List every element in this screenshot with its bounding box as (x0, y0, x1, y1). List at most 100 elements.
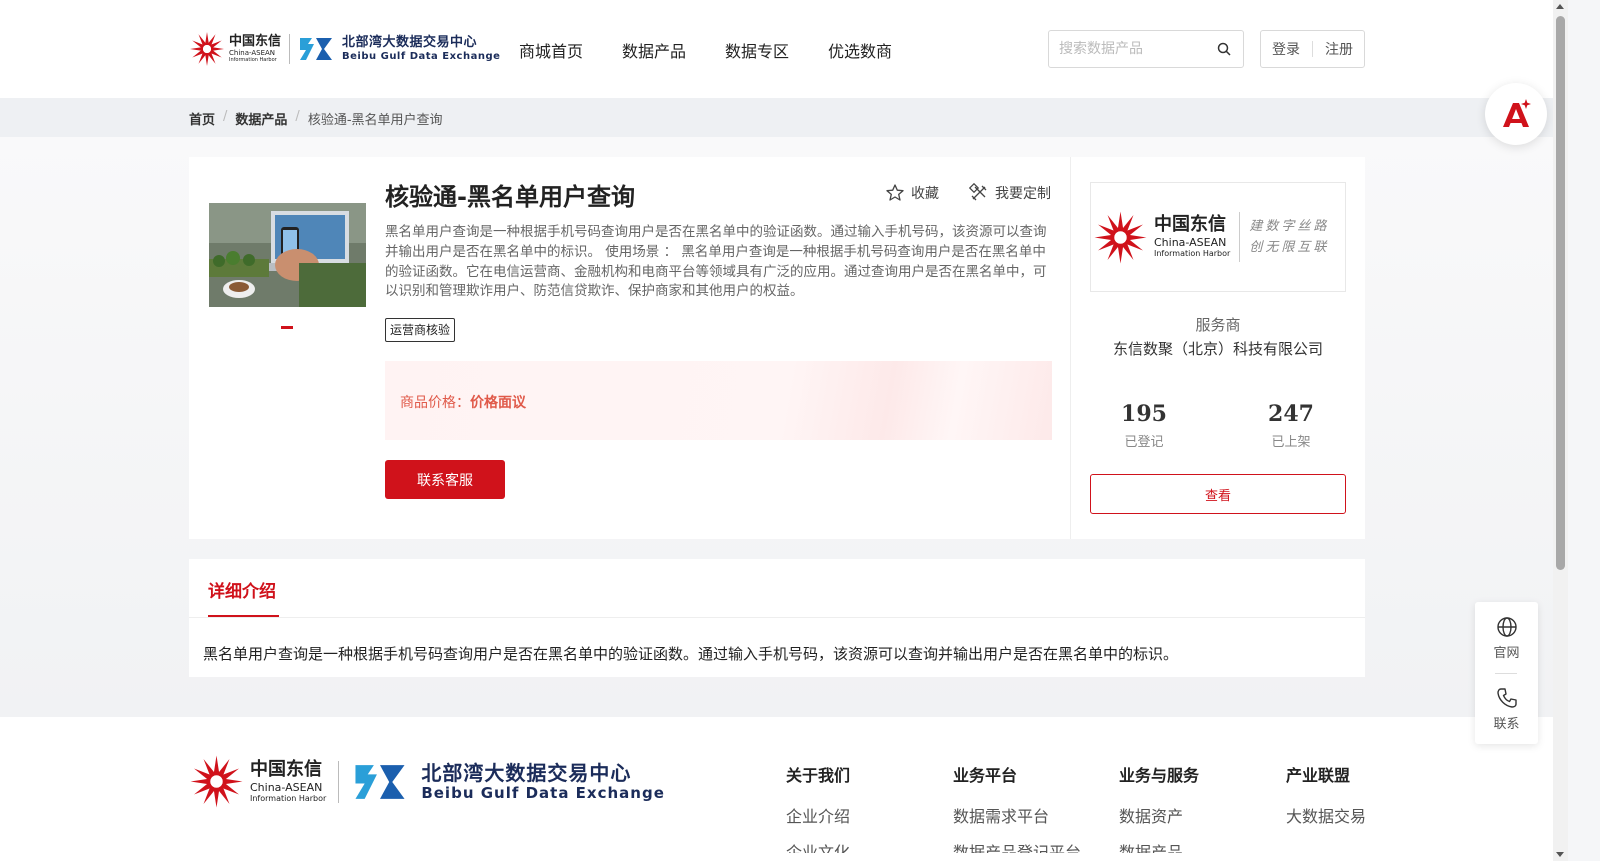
breadcrumb-separator: / (295, 109, 300, 124)
footer-link[interactable]: 数据资产 (1119, 803, 1199, 827)
provider-logo: 中国东信 China-ASEAN Information Harbor 建数字丝… (1090, 182, 1346, 292)
favorite-button[interactable]: 收藏 (885, 183, 939, 203)
footer-column-title: 产业联盟 (1286, 766, 1351, 785)
footer-logo-en: China-ASEAN (250, 780, 323, 794)
registered-stat: 195 已登记 (1084, 401, 1204, 450)
customize-button[interactable]: 我要定制 (969, 183, 1051, 203)
footer-link[interactable]: 企业文化 (786, 839, 850, 853)
login-link[interactable]: 登录 (1272, 39, 1300, 59)
provider-name[interactable]: 东信数聚（北京）科技有限公司 (1090, 338, 1346, 359)
contact-service-button[interactable]: 联系客服 (385, 460, 505, 499)
floating-side-panel: 官网 联系 (1475, 602, 1538, 744)
exchange-cn-text: 北部湾大数据交易中心 (342, 35, 478, 50)
footer-exchange-en: Beibu Gulf Data Exchange (421, 783, 665, 802)
price-panel: 商品价格：价格面议 (385, 361, 1052, 440)
phone-icon (1496, 688, 1517, 708)
search-icon[interactable] (1217, 42, 1231, 56)
footer-link[interactable]: 企业介绍 (786, 803, 850, 827)
footer-logo-cn: 中国东信 (250, 758, 322, 780)
footer-column-platform: 业务平台 数据需求平台 数据产品登记平台 (953, 762, 1081, 853)
footer-link[interactable]: 数据产品登记平台 (953, 839, 1081, 853)
provider-slogan: 建数字丝路 创无限互联 (1249, 216, 1329, 258)
customize-label: 我要定制 (995, 186, 1051, 202)
tab-detail[interactable]: 详细介绍 (208, 577, 276, 602)
footer-link[interactable]: 大数据交易 (1286, 803, 1366, 827)
scroll-down-arrow-icon[interactable] (1556, 852, 1564, 857)
listed-count: 247 (1268, 401, 1314, 427)
footer-column-title: 业务平台 (953, 766, 1018, 785)
breadcrumb-current: 核验通-黑名单用户查询 (307, 113, 443, 128)
customize-icon (969, 183, 987, 201)
website-label: 官网 (1493, 646, 1520, 661)
registered-count: 195 (1121, 401, 1167, 427)
breadcrumb-home[interactable]: 首页 (189, 109, 215, 128)
ai-assistant-icon (1503, 99, 1531, 127)
page-scrollbar[interactable] (1553, 0, 1568, 861)
card-divider (1070, 157, 1071, 539)
view-provider-button[interactable]: 查看 (1090, 474, 1346, 514)
site-logo[interactable]: 中国东信 China-ASEAN Information Harbor 北部湾大… (189, 28, 500, 70)
product-image[interactable] (209, 203, 366, 307)
exchange-en-text: Beibu Gulf Data Exchange (342, 51, 501, 62)
website-button[interactable]: 官网 (1475, 616, 1538, 661)
footer-beibu-gulf-logo-icon (355, 764, 405, 799)
scroll-up-arrow-icon[interactable] (1556, 4, 1564, 9)
provider-logo-cn: 中国东信 (1154, 214, 1226, 235)
footer-logo: 中国东信 China-ASEAN Information Harbor 北部湾大… (189, 754, 665, 809)
provider-logo-en-sub: Information Harbor (1154, 249, 1231, 258)
contact-label: 联系 (1493, 717, 1520, 732)
listed-stat: 247 已上架 (1231, 401, 1351, 450)
price-value: 价格面议 (470, 395, 526, 411)
auth-divider (1312, 41, 1313, 57)
provider-slogan-line2: 创无限互联 (1249, 240, 1330, 255)
product-tag: 运营商核验 (385, 318, 456, 342)
nav-item-merchants[interactable]: 优选数商 (828, 38, 892, 62)
search-input[interactable] (1049, 31, 1209, 67)
logo-en-text: China-ASEAN (229, 49, 276, 57)
price-row: 商品价格：价格面议 (400, 392, 526, 412)
footer-logo-divider (338, 760, 340, 803)
breadcrumb-separator: / (223, 109, 228, 124)
product-description: 黑名单用户查询是一种根据手机号码查询用户是否在黑名单中的验证函数。通过输入手机号… (385, 224, 1047, 300)
ai-assistant-button[interactable] (1485, 83, 1547, 145)
logo-divider (289, 34, 291, 64)
product-title: 核验通-黑名单用户查询 (385, 183, 635, 211)
register-link[interactable]: 注册 (1325, 39, 1353, 59)
auth-group: 登录 注册 (1260, 30, 1365, 68)
footer-column-services: 业务与服务 数据资产 数据产品 (1119, 762, 1199, 853)
provider-logo-divider (1239, 212, 1241, 262)
nav-item-data-zone[interactable]: 数据专区 (725, 38, 789, 62)
scrollbar-thumb[interactable] (1556, 16, 1565, 570)
footer-exchange-cn: 北部湾大数据交易中心 (421, 760, 632, 785)
footer-china-asean-logo-icon (190, 755, 243, 808)
logo-cn-text: 中国东信 (229, 34, 282, 49)
detail-divider (189, 617, 1365, 618)
detail-text: 黑名单用户查询是一种根据手机号码查询用户是否在黑名单中的验证函数。通过输入手机号… (203, 645, 1179, 663)
footer-link[interactable]: 数据产品 (1119, 839, 1199, 853)
main-nav: 商城首页 数据产品 数据专区 优选数商 (519, 38, 892, 62)
logo-en-subtext: Information Harbor (229, 57, 277, 63)
carousel-indicator[interactable] (281, 326, 293, 329)
provider-slogan-line1: 建数字丝路 (1249, 219, 1330, 234)
search-box (1048, 30, 1244, 68)
provider-role: 服务商 (1195, 316, 1241, 334)
nav-item-data-products[interactable]: 数据产品 (622, 38, 686, 62)
favorite-label: 收藏 (911, 186, 939, 202)
footer-column-title: 业务与服务 (1119, 766, 1200, 785)
footer-column-title: 关于我们 (786, 766, 851, 785)
site-footer: 中国东信 China-ASEAN Information Harbor 北部湾大… (0, 717, 1568, 861)
provider-logo-en: China-ASEAN (1154, 236, 1227, 249)
listed-label: 已上架 (1271, 435, 1311, 450)
breadcrumb-bar: 首页 / 数据产品 / 核验通-黑名单用户查询 (0, 98, 1568, 137)
breadcrumb-section[interactable]: 数据产品 (235, 109, 287, 128)
contact-button[interactable]: 联系 (1475, 687, 1538, 732)
breadcrumb: 首页 / 数据产品 / 核验通-黑名单用户查询 (189, 109, 443, 128)
footer-logo-en-sub: Information Harbor (250, 793, 327, 803)
product-card: 核验通-黑名单用户查询 收藏 我要定制 黑名单用户查询是一种根据手机号码查询用户… (189, 157, 1365, 539)
registered-label: 已登记 (1124, 435, 1164, 450)
footer-column-alliance: 产业联盟 大数据交易 (1286, 762, 1366, 827)
china-asean-logo-icon (189, 31, 225, 67)
detail-section: 详细介绍 黑名单用户查询是一种根据手机号码查询用户是否在黑名单中的验证函数。通过… (189, 559, 1365, 677)
nav-item-home[interactable]: 商城首页 (519, 38, 583, 62)
footer-link[interactable]: 数据需求平台 (953, 803, 1081, 827)
